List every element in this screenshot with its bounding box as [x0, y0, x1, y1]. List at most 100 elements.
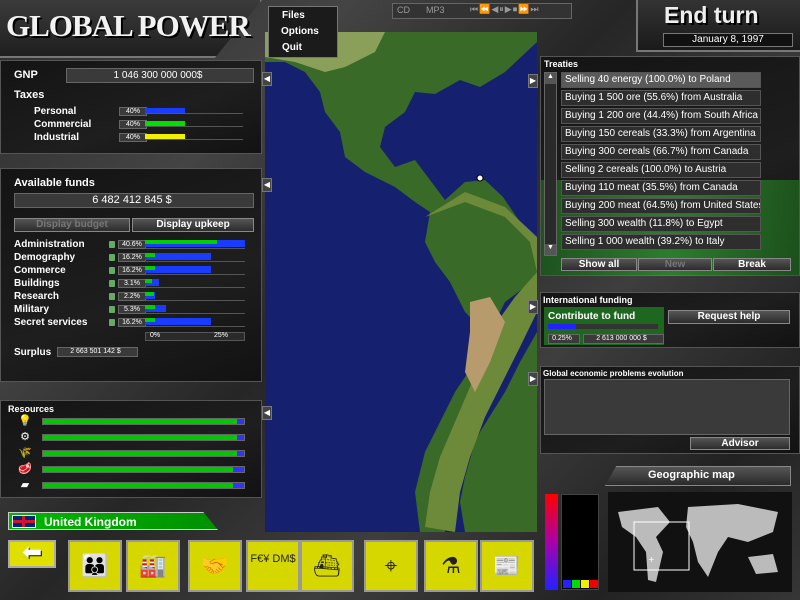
end-turn-button[interactable]: End turn: [664, 2, 759, 29]
budget-item-label: Demography: [14, 252, 76, 263]
legend-blue: [563, 580, 571, 588]
treaty-row[interactable]: Selling 2 cereals (100.0%) to Austria: [561, 162, 761, 178]
resource-excess: [233, 483, 244, 488]
available-funds-label: Available funds: [14, 177, 95, 189]
uk-flag-icon: [12, 515, 36, 528]
lock-icon[interactable]: [109, 254, 115, 261]
tax-slider[interactable]: [145, 113, 243, 114]
budget-item-label: Buildings: [14, 278, 60, 289]
industry-button[interactable]: 🏭: [126, 540, 180, 592]
legend-box: [561, 494, 599, 590]
budget-slider[interactable]: [145, 300, 245, 301]
options-menu-item[interactable]: Options: [281, 26, 319, 37]
tax-slider[interactable]: [145, 126, 243, 127]
gold-icon: ▰: [20, 479, 30, 491]
slider-min-label: 0%: [150, 332, 161, 339]
lock-icon[interactable]: [109, 293, 115, 300]
scroll-up-icon[interactable]: ▲: [545, 73, 556, 84]
minimap[interactable]: +: [608, 492, 792, 592]
budget-slider[interactable]: [145, 287, 245, 288]
treaty-row[interactable]: Buying 1 500 ore (55.6%) from Australia: [561, 90, 761, 106]
budget-pct: 3.1%: [118, 279, 146, 288]
request-help-button[interactable]: Request help: [668, 310, 790, 324]
back-arrow-button[interactable]: ⬅: [8, 540, 56, 568]
resource-excess: [233, 467, 244, 472]
treaty-row[interactable]: Buying 150 cereals (33.3%) from Argentin…: [561, 126, 761, 142]
lightbulb-icon: 💡: [18, 415, 32, 427]
contribution-bar: [548, 324, 576, 329]
display-upkeep-button[interactable]: Display upkeep: [132, 218, 254, 232]
surplus-value: 2 663 501 142 $: [57, 347, 138, 357]
expand-arrow-icon[interactable]: ▶: [528, 300, 538, 314]
treaty-row[interactable]: Buying 110 meat (35.5%) from Canada: [561, 180, 761, 196]
collapse-arrow-icon[interactable]: ◀: [262, 72, 272, 86]
lock-icon[interactable]: [109, 280, 115, 287]
contribution-track[interactable]: [548, 324, 658, 329]
collapse-arrow-icon[interactable]: ◀: [262, 406, 272, 420]
espionage-button[interactable]: ⌖: [364, 540, 418, 592]
display-budget-button[interactable]: Display budget: [14, 218, 130, 232]
svg-text:+: +: [648, 555, 655, 564]
military-button[interactable]: ⛴: [300, 540, 354, 592]
play-icon[interactable]: ▶: [505, 4, 513, 14]
resources-label: Resources: [8, 404, 55, 414]
cd-button[interactable]: CD: [397, 5, 410, 15]
budget-slider[interactable]: [145, 261, 245, 262]
treaty-row[interactable]: Selling 40 energy (100.0%) to Poland: [561, 72, 761, 88]
last-track-icon[interactable]: ⏭: [530, 4, 539, 14]
treaty-row[interactable]: Selling 300 wealth (11.8%) to Egypt: [561, 216, 761, 232]
resource-excess: [237, 451, 244, 456]
treaty-row[interactable]: Buying 300 cereals (66.7%) from Canada: [561, 144, 761, 160]
research-button[interactable]: ⚗: [424, 540, 478, 592]
population-button[interactable]: 👪: [68, 540, 122, 592]
treaty-row[interactable]: Buying 200 meat (64.5%) from United Stat…: [561, 198, 761, 214]
lock-icon[interactable]: [109, 306, 115, 313]
treaty-row[interactable]: Selling 1 000 wealth (39.2%) to Italy: [561, 234, 761, 250]
news-button[interactable]: 📰: [480, 540, 534, 592]
budget-green-bar: [145, 279, 152, 283]
legend-yellow: [581, 580, 589, 588]
first-track-icon[interactable]: ⏮: [470, 4, 479, 14]
gnp-label: GNP: [14, 69, 38, 81]
show-all-button[interactable]: Show all: [561, 258, 637, 271]
budget-pct: 16.2%: [118, 266, 146, 275]
resource-excess: [237, 435, 244, 440]
treaty-row[interactable]: Buying 1 200 ore (44.4%) from South Afri…: [561, 108, 761, 124]
global-problems-graph: [544, 379, 790, 435]
resource-bar: [42, 418, 245, 425]
budget-pct: 5.3%: [118, 305, 146, 314]
budget-slider[interactable]: [145, 248, 245, 249]
mp3-button[interactable]: MP3: [426, 5, 445, 15]
budget-pct: 16.2%: [118, 318, 146, 327]
finance-button[interactable]: F€¥ DM$: [246, 540, 300, 592]
expand-arrow-icon[interactable]: ▶: [528, 372, 538, 386]
lock-icon[interactable]: [109, 319, 115, 326]
lock-icon[interactable]: [109, 241, 115, 248]
lock-icon[interactable]: [109, 267, 115, 274]
advisor-button[interactable]: Advisor: [690, 437, 790, 450]
budget-slider[interactable]: [145, 274, 245, 275]
budget-green-bar: [145, 240, 217, 244]
rewind-icon[interactable]: ⏪: [479, 4, 491, 14]
tax-slider[interactable]: [145, 139, 243, 140]
collapse-arrow-icon[interactable]: ◀: [262, 178, 272, 192]
break-treaty-button[interactable]: Break: [713, 258, 791, 271]
world-map[interactable]: [265, 32, 537, 532]
slider-max-label: 25%: [214, 332, 229, 339]
new-treaty-button[interactable]: New: [638, 258, 712, 271]
scroll-down-icon[interactable]: ▼: [545, 244, 556, 255]
budget-slider[interactable]: [145, 313, 245, 314]
quit-menu-item[interactable]: Quit: [282, 42, 302, 53]
budget-pct: 16.2%: [118, 253, 146, 262]
expand-arrow-icon[interactable]: ▶: [528, 74, 538, 88]
forward-icon[interactable]: ⏩: [518, 4, 530, 14]
treaties-scrollbar[interactable]: [544, 72, 557, 256]
budget-pct: 40.6%: [118, 240, 146, 249]
trade-button[interactable]: 🤝: [188, 540, 242, 592]
budget-slider[interactable]: [145, 326, 245, 327]
color-scale: [545, 494, 558, 590]
contribution-amount: 2 613 000 000 $: [583, 334, 664, 344]
files-menu-item[interactable]: Files: [282, 10, 305, 21]
player-controls[interactable]: ⏮⏪◀⏸▶⏹⏩⏭: [470, 4, 540, 15]
resource-bar: [42, 450, 245, 457]
